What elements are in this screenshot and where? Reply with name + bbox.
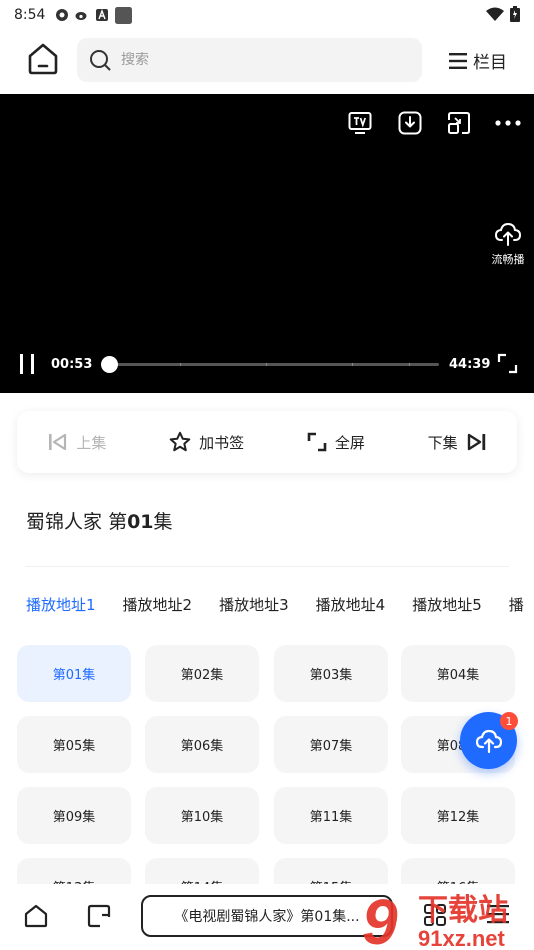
watermark-number: 9: [362, 886, 398, 950]
progress-tick: [266, 363, 267, 366]
cloud-upload-icon: [475, 729, 502, 753]
bookmark-button[interactable]: 加书签: [169, 431, 244, 453]
prev-episode-label: 上集: [76, 433, 107, 452]
square-app-icon: [115, 6, 133, 24]
show-name: 蜀锦人家: [26, 511, 103, 533]
stream-label[interactable]: 流畅播: [488, 251, 528, 267]
tab-source-3[interactable]: 播放地址3: [219, 594, 289, 615]
source-tabs: 播放地址1 播放地址2 播放地址3 播放地址4 播放地址5 播: [26, 594, 534, 618]
episode-item[interactable]: 第05集: [17, 716, 131, 773]
notification-badge: 1: [500, 712, 518, 730]
skip-next-icon: [467, 433, 485, 451]
download-icon[interactable]: [398, 111, 422, 135]
tab-source-6[interactable]: 播: [509, 594, 524, 615]
tab-source-5[interactable]: 播放地址5: [412, 594, 482, 615]
status-bar: 8:54: [0, 0, 534, 30]
more-icon[interactable]: [495, 120, 521, 126]
prev-episode-button[interactable]: 上集: [48, 432, 106, 453]
window-nav-icon[interactable]: [87, 904, 111, 928]
picture-in-picture-icon[interactable]: [447, 111, 471, 135]
episode-item[interactable]: 第10集: [145, 787, 259, 844]
cloud-upload-icon[interactable]: [495, 222, 521, 246]
columns-button[interactable]: 栏目: [449, 48, 507, 73]
progress-bar[interactable]: [100, 356, 439, 373]
progress-tick: [352, 363, 353, 366]
next-episode-button[interactable]: 下集: [428, 432, 486, 453]
tab-source-2[interactable]: 播放地址2: [123, 594, 193, 615]
current-time: 00:53: [51, 357, 93, 372]
search-bar[interactable]: [77, 38, 422, 82]
total-time: 44:39: [449, 357, 491, 372]
episode-prefix: 第: [108, 511, 128, 533]
video-player[interactable]: 流畅播 00:53 44:39: [0, 94, 534, 393]
progress-tick: [409, 363, 410, 366]
weibo-icon: [75, 12, 87, 20]
divider: [25, 566, 509, 567]
skip-previous-icon: [49, 433, 67, 451]
episode-item[interactable]: 第15集: [274, 858, 388, 885]
episode-item[interactable]: 第07集: [274, 716, 388, 773]
tab-source-4[interactable]: 播放地址4: [316, 594, 386, 615]
now-playing-button[interactable]: 《电视剧蜀锦人家》第01集...: [141, 895, 393, 937]
episode-suffix: 集: [153, 511, 173, 533]
star-icon: [169, 431, 191, 452]
episode-grid: 第01集 第02集 第03集 第04集 第05集 第06集 第07集 第08集 …: [17, 645, 517, 885]
battery-icon: [510, 6, 520, 22]
episode-item[interactable]: 第09集: [17, 787, 131, 844]
episode-item[interactable]: 第04集: [401, 645, 515, 702]
episode-item[interactable]: 第16集: [401, 858, 515, 885]
font-app-icon: [96, 9, 109, 21]
tab-source-1[interactable]: 播放地址1: [26, 594, 96, 615]
episode-item[interactable]: 第11集: [274, 787, 388, 844]
episode-item[interactable]: 第06集: [145, 716, 259, 773]
home-nav-icon[interactable]: [24, 904, 48, 928]
wifi-icon: [486, 7, 504, 21]
watermark-brand: 下载站: [418, 893, 508, 928]
fullscreen-icon: [307, 432, 327, 452]
episode-item[interactable]: 第13集: [17, 858, 131, 885]
top-header: 栏目: [0, 34, 534, 86]
search-input[interactable]: [121, 52, 391, 68]
tv-cast-icon[interactable]: [348, 111, 372, 135]
pause-icon[interactable]: [19, 354, 35, 374]
progress-tick: [180, 363, 181, 366]
app-notification-icon: [56, 9, 69, 21]
fullscreen-label: 全屏: [334, 433, 365, 452]
fullscreen-button[interactable]: 全屏: [307, 432, 365, 453]
episode-item[interactable]: 第03集: [274, 645, 388, 702]
menu-icon: [449, 52, 467, 69]
episode-item[interactable]: 第12集: [401, 787, 515, 844]
watermark-domain: 91xz.net: [418, 926, 505, 950]
site-watermark: 9 下载站 91xz.net: [362, 886, 508, 950]
progress-knob[interactable]: [100, 356, 118, 373]
home-icon[interactable]: [26, 42, 60, 76]
fullscreen-corner-icon[interactable]: [497, 353, 518, 374]
episode-item[interactable]: 第01集: [17, 645, 131, 702]
search-icon: [90, 50, 111, 71]
status-time: 8:54: [14, 7, 46, 23]
columns-label: 栏目: [473, 53, 507, 73]
episode-item[interactable]: 第14集: [145, 858, 259, 885]
episode-title: 蜀锦人家 第01集: [26, 507, 173, 534]
bookmark-label: 加书签: [199, 433, 245, 452]
playback-controls-card: 上集 加书签 全屏 下集: [17, 411, 517, 473]
episode-item[interactable]: 第02集: [145, 645, 259, 702]
episode-number: 01: [127, 511, 154, 533]
next-episode-label: 下集: [427, 433, 458, 452]
